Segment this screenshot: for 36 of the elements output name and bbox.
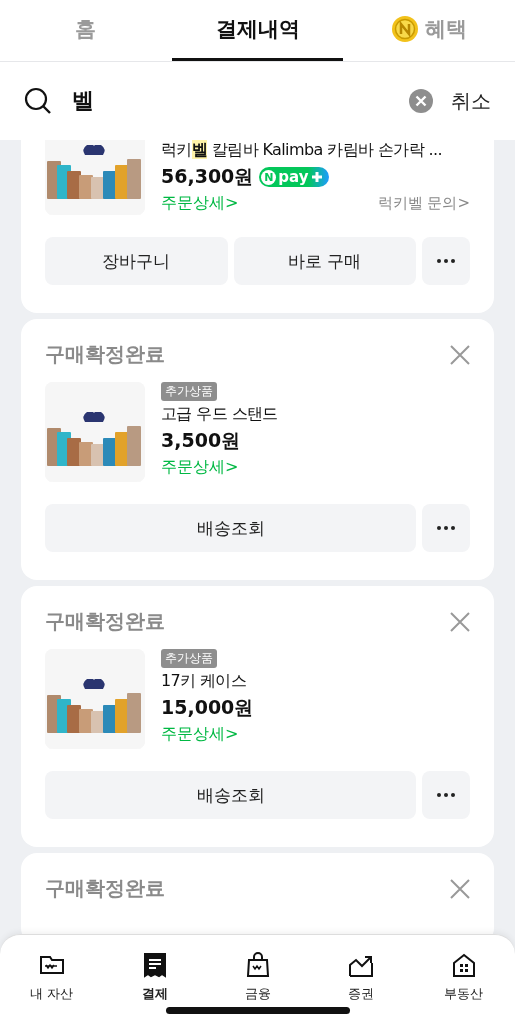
order-status: 구매확정완료 — [45, 341, 165, 368]
nav-item[interactable]: 증권 — [309, 951, 412, 1024]
product-name: 17키 케이스 — [161, 671, 247, 692]
clear-icon[interactable] — [409, 89, 433, 113]
action-button[interactable]: 바로 구매 — [233, 237, 416, 285]
more-icon — [437, 526, 455, 530]
search-icon — [24, 87, 52, 115]
product-price: 15,000원 — [161, 695, 254, 720]
nav-item[interactable]: 결제 — [103, 951, 206, 1024]
order-status: 구매확정완료 — [45, 875, 165, 902]
seller-inquiry-link[interactable]: 럭키벨 문의> — [377, 194, 470, 213]
action-button[interactable]: 배송조회 — [45, 771, 416, 819]
product-tag: 추가상품 — [161, 649, 217, 668]
more-button[interactable] — [422, 771, 470, 819]
coin-icon — [391, 15, 420, 43]
product-price: 3,500원 — [161, 428, 241, 453]
more-icon — [437, 793, 455, 797]
product-tag: 추가상품 — [161, 382, 217, 401]
close-icon[interactable] — [450, 344, 470, 365]
order-status: 구매확정완료 — [45, 608, 165, 635]
more-icon — [437, 259, 455, 263]
pay-badge: N pay — [259, 167, 329, 187]
action-button[interactable]: 배송조회 — [45, 504, 416, 552]
product-name: 럭키벨 칼림바 Kalimba 카림바 손가락 ... — [161, 140, 442, 161]
close-icon[interactable] — [450, 878, 470, 899]
nav-item[interactable]: 금융 — [206, 951, 309, 1024]
more-button[interactable] — [422, 504, 470, 552]
nav-item[interactable]: 내 자산 — [0, 951, 103, 1024]
action-button[interactable]: 장바구니 — [45, 237, 228, 285]
nav-item[interactable]: 부동산 — [412, 951, 515, 1024]
product-price: 56,300원 — [161, 164, 254, 189]
product-name: 고급 우드 스탠드 — [161, 404, 278, 425]
cancel-button[interactable]: 취소 — [451, 87, 491, 115]
search-field[interactable]: 벨 — [70, 87, 391, 115]
close-icon[interactable] — [450, 611, 470, 632]
more-button[interactable] — [422, 237, 470, 285]
